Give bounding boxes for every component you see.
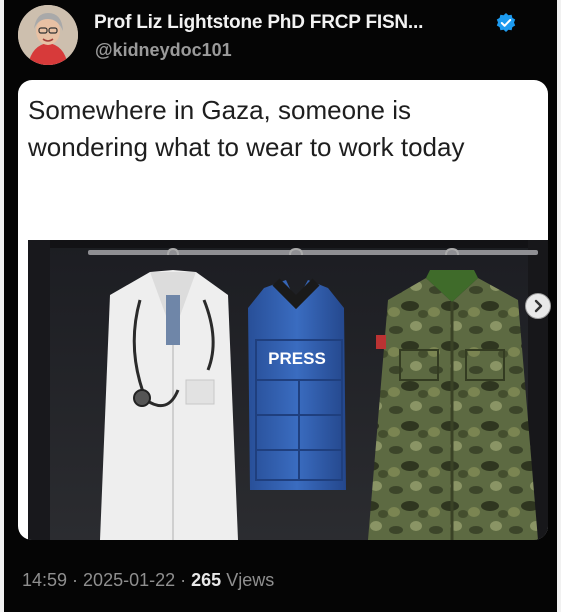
- post-meta: 14:59 · 2025-01-22 · 265 Vjews: [22, 570, 274, 591]
- author-handle[interactable]: @kidneydoc101: [95, 40, 232, 61]
- post-frame: Prof Liz Lightstone PhD FRCP FISN... @ki…: [4, 0, 557, 612]
- verified-badge-icon: [496, 13, 516, 32]
- post-time[interactable]: 14:59: [22, 570, 67, 590]
- post-card: Somewhere in Gaza, someone is wondering …: [18, 80, 548, 540]
- separator: ·: [72, 570, 79, 590]
- next-image-button[interactable]: [525, 293, 551, 319]
- views-label: Vjews: [226, 570, 275, 590]
- wardrobe-photo[interactable]: PRESS: [28, 240, 548, 540]
- avatar[interactable]: [18, 5, 78, 65]
- chevron-right-icon: [534, 299, 543, 313]
- post-date[interactable]: 2025-01-22: [83, 570, 175, 590]
- post-caption: Somewhere in Gaza, someone is wondering …: [28, 95, 465, 162]
- separator: ·: [180, 570, 187, 590]
- views-count[interactable]: 265: [191, 570, 221, 590]
- press-label: PRESS: [268, 349, 326, 368]
- author-name[interactable]: Prof Liz Lightstone PhD FRCP FISN...: [94, 12, 423, 34]
